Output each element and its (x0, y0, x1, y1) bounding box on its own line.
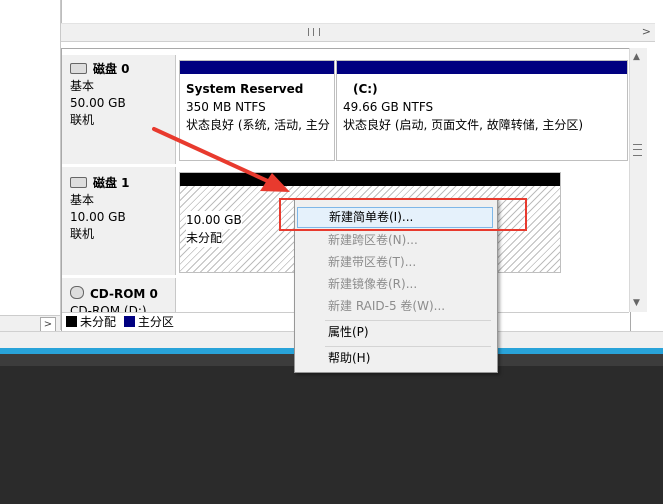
volume-status: 状态良好 (启动, 页面文件, 故障转储, 主分区) (343, 118, 584, 132)
volume-size: 49.66 GB NTFS (343, 100, 434, 114)
volume-title: System Reserved (186, 82, 304, 96)
legend-label: 未分配 (80, 315, 117, 329)
disk-drive-icon (70, 177, 87, 188)
annotation-arrow-icon (152, 127, 290, 192)
disk-name: 磁盘 0 (93, 62, 130, 76)
cd-drive-icon (70, 286, 84, 299)
disk-name: 磁盘 1 (93, 176, 130, 190)
volume-c-drive[interactable]: (C:) 49.66 GB NTFS 状态良好 (启动, 页面文件, 故障转储,… (336, 60, 628, 161)
menu-new-striped-volume[interactable]: 新建带区卷(T)... (297, 252, 493, 273)
scroll-right-button[interactable]: > (40, 317, 56, 332)
menu-new-mirrored-volume[interactable]: 新建镜像卷(R)... (297, 274, 493, 295)
legend-label: 主分区 (137, 315, 174, 329)
scroll-up-icon[interactable]: ▲ (633, 52, 640, 62)
left-pane-hscrollbar[interactable]: > (0, 315, 60, 332)
scroll-grip-icon[interactable] (633, 144, 642, 156)
disk-drive-icon (70, 63, 87, 74)
scroll-right-icon[interactable]: > (642, 25, 651, 38)
disk-size: 50.00 GB (70, 96, 126, 110)
volume-status: 未分配 (186, 229, 223, 247)
menu-separator (325, 320, 491, 321)
volume-title: (C:) (353, 82, 378, 96)
menu-properties[interactable]: 属性(P) (297, 322, 493, 343)
cdrom-0-label[interactable]: CD-ROM 0 CD-ROM (D:) (62, 278, 176, 312)
menu-separator (325, 346, 491, 347)
scroll-down-icon[interactable]: ▼ (633, 298, 640, 308)
legend-primary-swatch (123, 316, 135, 327)
disk-type: CD-ROM (D:) (70, 304, 147, 312)
disk-name: CD-ROM 0 (90, 287, 158, 301)
partition-bar (337, 61, 627, 74)
menu-new-raid5-volume[interactable]: 新建 RAID-5 卷(W)... (297, 296, 493, 317)
menu-new-spanned-volume[interactable]: 新建跨区卷(N)... (297, 230, 493, 251)
disk-status: 联机 (70, 227, 95, 241)
annotation-highlight-box (279, 198, 527, 231)
left-pane (0, 0, 61, 330)
legend-unallocated-swatch (66, 316, 77, 327)
volume-list-hscrollbar[interactable]: > (61, 23, 655, 42)
disk-view-vscrollbar[interactable]: ▲ ▼ (629, 48, 647, 312)
partition-bar (180, 61, 334, 74)
scroll-grip-icon[interactable] (308, 28, 320, 36)
volume-size: 350 MB NTFS (186, 100, 266, 114)
disk-size: 10.00 GB (70, 210, 126, 224)
menu-help[interactable]: 帮助(H) (297, 348, 493, 369)
disk-type: 基本 (70, 79, 95, 93)
volume-size: 10.00 GB (186, 211, 242, 229)
